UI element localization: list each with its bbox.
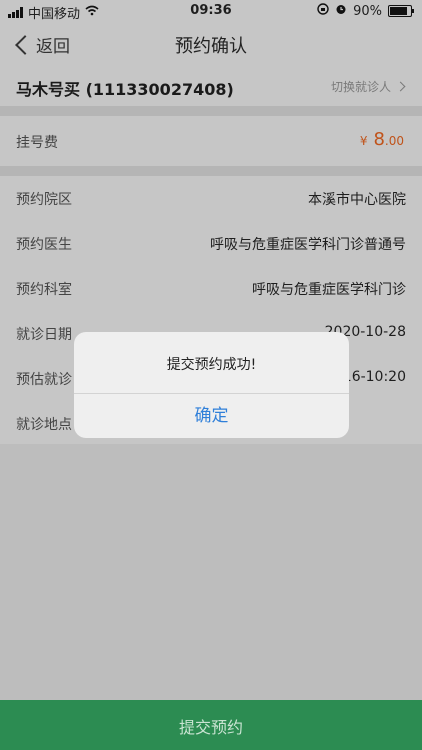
detail-label: 预估就诊 (16, 372, 72, 388)
submit-appointment-button[interactable]: 提交预约 (0, 714, 422, 738)
nav-bar: 返回 预约确认 (0, 22, 422, 66)
section-divider (0, 106, 422, 116)
detail-label: 就诊日期 (16, 327, 72, 343)
price-integer: 8 (373, 129, 385, 150)
switch-patient-label: 切换就诊人 (330, 80, 391, 94)
alarm-icon (335, 3, 347, 19)
patient-row: 马木号买 (111330027408) 切换就诊人 (0, 66, 422, 106)
detail-value: 呼吸与危重症医学科门诊普通号 (210, 237, 406, 253)
dialog-confirm-button[interactable]: 确定 (74, 394, 349, 438)
footer-bar: 提交预约 (0, 700, 422, 750)
detail-value: 16-10:20 (342, 369, 406, 385)
patient-name: 马木号买 (111330027408) (16, 80, 234, 99)
status-right: 90% (317, 3, 414, 19)
fee-price: ¥8.00 (360, 129, 404, 150)
battery-icon (388, 5, 414, 17)
detail-label: 就诊地点 (16, 417, 72, 433)
battery-percent: 90% (353, 3, 382, 19)
currency-symbol: ¥ (359, 134, 368, 148)
fee-row: 挂号费 ¥8.00 (0, 116, 422, 166)
switch-patient-button[interactable]: 切换就诊人 (330, 78, 406, 95)
detail-row-department: 预约科室 呼吸与危重症医学科门诊 (0, 266, 422, 310)
detail-value: 本溪市中心医院 (308, 192, 406, 208)
success-dialog: 提交预约成功! 确定 (74, 332, 349, 438)
detail-label: 预约科室 (16, 282, 72, 298)
detail-row-campus: 预约院区 本溪市中心医院 (0, 176, 422, 220)
detail-label: 预约医生 (16, 237, 72, 253)
detail-value: 呼吸与危重症医学科门诊 (252, 282, 406, 298)
page-title: 预约确认 (175, 36, 247, 57)
fee-label: 挂号费 (16, 135, 58, 151)
price-decimal: .00 (384, 134, 404, 148)
detail-label: 预约院区 (16, 192, 72, 208)
dialog-message: 提交预约成功! (166, 357, 257, 373)
chevron-right-icon (395, 81, 406, 92)
detail-row-doctor: 预约医生 呼吸与危重症医学科门诊普通号 (0, 221, 422, 265)
status-bar: 中国移动 09:36 90% (0, 0, 422, 22)
rotation-lock-icon (317, 3, 329, 19)
section-divider (0, 166, 422, 176)
